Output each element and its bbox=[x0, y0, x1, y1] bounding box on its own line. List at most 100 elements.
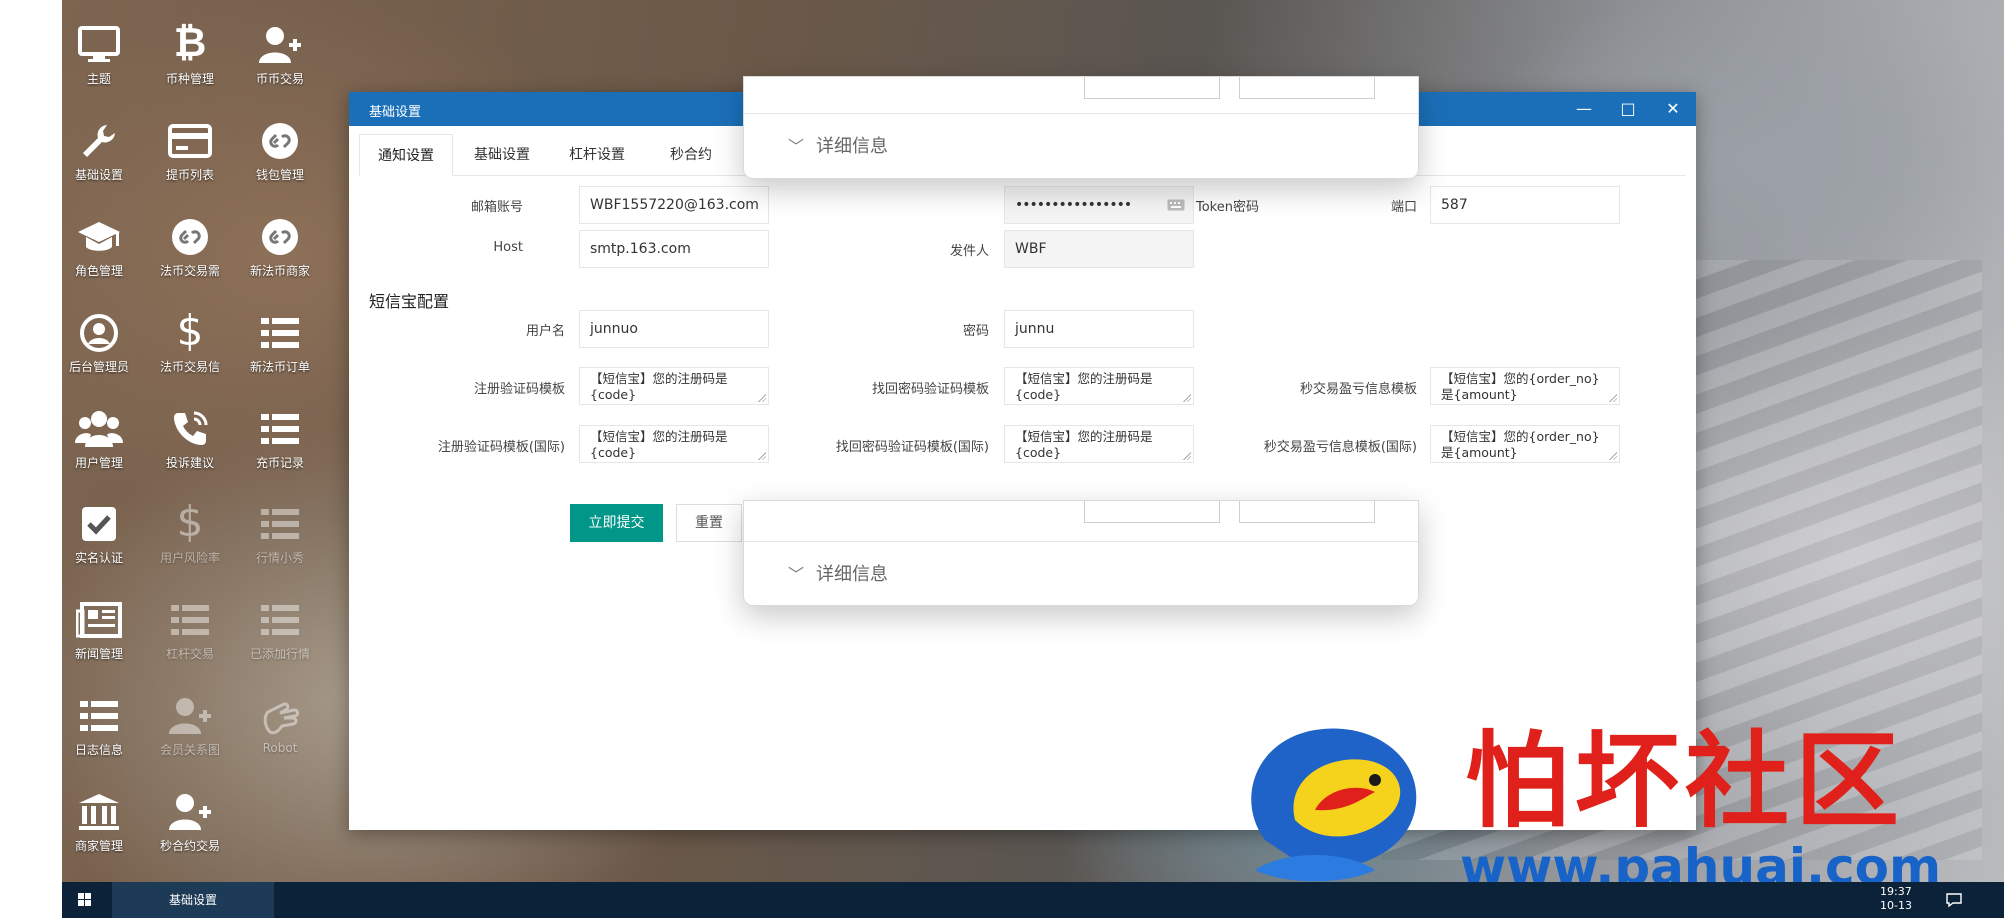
desktop-shortcut[interactable]: Robot bbox=[238, 689, 322, 755]
desktop-shortcut[interactable]: 基础设置 bbox=[57, 114, 141, 183]
sms-password-input[interactable]: junnu bbox=[1004, 310, 1194, 348]
dollar-icon: $ bbox=[176, 306, 204, 355]
email-account-input[interactable]: WBF1557220@163.com bbox=[579, 186, 769, 224]
register-template-intl-textarea[interactable]: 【短信宝】您的注册码是{code} bbox=[579, 425, 769, 463]
list-icon bbox=[57, 689, 141, 739]
sms-username-label: 用户名 bbox=[525, 324, 565, 339]
find-password-template-intl-textarea[interactable]: 【短信宝】您的注册码是{code} bbox=[1004, 425, 1194, 463]
desktop-shortcut-label: 新法币商家 bbox=[249, 264, 310, 278]
desktop-shortcut[interactable]: 商家管理 bbox=[57, 785, 141, 854]
desktop-shortcut[interactable]: ₿ 币种管理 bbox=[148, 18, 232, 87]
credit-card-icon bbox=[148, 114, 232, 164]
tab-leverage-settings[interactable]: 杠杆设置 bbox=[551, 134, 643, 176]
taskbar-clock[interactable]: 19:37 10-13 bbox=[1880, 885, 1912, 913]
submit-button[interactable]: 立即提交 bbox=[570, 504, 663, 542]
register-template-textarea[interactable]: 【短信宝】您的注册码是{code} bbox=[579, 367, 769, 405]
notification-center-icon[interactable] bbox=[1944, 890, 1964, 910]
desktop-shortcut-label: 币币交易 bbox=[255, 72, 304, 86]
popup-ghost-button[interactable] bbox=[1239, 501, 1375, 523]
desktop-shortcut[interactable]: 钱包管理 bbox=[238, 114, 322, 183]
register-template-text: 【短信宝】您的注册码是{code} bbox=[590, 371, 728, 402]
resize-grip-icon[interactable] bbox=[1183, 394, 1191, 402]
desktop-shortcut[interactable]: $ 法币交易信 bbox=[148, 306, 232, 375]
window-title: 基础设置 bbox=[369, 105, 422, 120]
tab-basic-settings[interactable]: 基础设置 bbox=[456, 134, 548, 176]
list-icon bbox=[238, 593, 322, 643]
desktop-shortcut[interactable]: 新法币订单 bbox=[238, 306, 322, 375]
port-label: 端口 bbox=[1390, 200, 1417, 215]
register-template-label: 注册验证码模板 bbox=[473, 382, 565, 397]
chevron-down-icon[interactable]: ﹀ bbox=[788, 561, 804, 585]
second-trade-template-text: 【短信宝】您的{order_no}是{amount} bbox=[1441, 371, 1600, 402]
desktop-shortcut[interactable]: 后台管理员 bbox=[57, 306, 141, 375]
desktop-shortcut[interactable]: 杠杆交易 bbox=[148, 593, 232, 662]
desktop-shortcut[interactable]: 用户管理 bbox=[57, 402, 141, 471]
port-input[interactable]: 587 bbox=[1430, 186, 1620, 224]
details-toggle[interactable]: 详细信息 bbox=[816, 132, 888, 158]
desktop-shortcut-label: 杠杆交易 bbox=[165, 647, 214, 661]
email-account-label: 邮箱账号 bbox=[470, 200, 523, 215]
desktop-shortcut[interactable]: 会员关系图 bbox=[148, 689, 232, 758]
tab-notification-settings[interactable]: 通知设置 bbox=[359, 134, 453, 176]
reset-button[interactable]: 重置 bbox=[676, 504, 742, 542]
resize-grip-icon[interactable] bbox=[758, 394, 766, 402]
desktop-shortcut-label: 主题 bbox=[86, 72, 111, 86]
desktop-shortcut[interactable]: 角色管理 bbox=[57, 210, 141, 279]
desktop-shortcut[interactable]: 投诉建议 bbox=[148, 402, 232, 471]
close-button[interactable]: ✕ bbox=[1655, 96, 1691, 122]
taskbar: 基础设置 19:37 10-13 bbox=[62, 882, 2004, 918]
desktop-shortcut-label: 会员关系图 bbox=[159, 743, 220, 757]
desktop-shortcut[interactable]: 提币列表 bbox=[148, 114, 232, 183]
taskbar-item-settings[interactable]: 基础设置 bbox=[112, 882, 274, 918]
left-margin bbox=[0, 0, 62, 918]
details-toggle[interactable]: 详细信息 bbox=[816, 560, 888, 586]
details-popup-bottom: ﹀ 详细信息 bbox=[743, 500, 1419, 606]
desktop-shortcut[interactable]: $ 用户风险率 bbox=[148, 497, 232, 566]
host-label: Host bbox=[493, 240, 523, 255]
token-password-input[interactable]: •••••••••••••••• bbox=[1004, 186, 1194, 224]
chevron-down-icon[interactable]: ﹀ bbox=[788, 133, 804, 157]
popup-ghost-button[interactable] bbox=[1084, 77, 1220, 99]
windows-start-icon[interactable] bbox=[62, 882, 108, 918]
second-trade-template-intl-textarea[interactable]: 【短信宝】您的{order_no}是{amount} bbox=[1430, 425, 1620, 463]
screen: 主题 ₿ 币种管理 币币交易 基础设置 提币列表 钱包管理 角色管理 法币交易需 新法币商家 后台管… bbox=[0, 0, 2004, 918]
popup-ghost-button[interactable] bbox=[1239, 77, 1375, 99]
desktop-shortcut[interactable]: 实名认证 bbox=[57, 497, 141, 566]
desktop-shortcut-label: 新闻管理 bbox=[74, 647, 123, 661]
desktop-shortcut[interactable]: 法币交易需 bbox=[148, 210, 232, 279]
second-trade-template-textarea[interactable]: 【短信宝】您的{order_no}是{amount} bbox=[1430, 367, 1620, 405]
desktop-shortcut[interactable]: 已添加行情 bbox=[238, 593, 322, 662]
find-password-template-textarea[interactable]: 【短信宝】您的注册码是{code} bbox=[1004, 367, 1194, 405]
sender-input[interactable]: WBF bbox=[1004, 230, 1194, 268]
desktop-shortcut-label: 已添加行情 bbox=[249, 647, 310, 661]
desktop-shortcut[interactable]: 日志信息 bbox=[57, 689, 141, 758]
desktop-shortcut-label: 法币交易需 bbox=[159, 264, 220, 278]
minimize-button[interactable]: — bbox=[1566, 96, 1602, 122]
list-icon bbox=[238, 306, 322, 356]
desktop-shortcut[interactable]: 充币记录 bbox=[238, 402, 322, 471]
resize-grip-icon[interactable] bbox=[758, 452, 766, 460]
desktop-shortcut[interactable]: 币币交易 bbox=[238, 18, 322, 87]
desktop-shortcut[interactable]: 新法币商家 bbox=[238, 210, 322, 279]
tab-second-contract[interactable]: 秒合约 bbox=[652, 134, 730, 176]
desktop-shortcut-label: Robot bbox=[262, 741, 298, 755]
desktop-shortcut-label: 行情小秀 bbox=[255, 551, 304, 565]
maximize-button[interactable]: □ bbox=[1610, 96, 1646, 122]
popup-ghost-button[interactable] bbox=[1084, 501, 1220, 523]
hand-icon bbox=[238, 689, 322, 739]
desktop-shortcut[interactable]: 行情小秀 bbox=[238, 497, 322, 566]
list-icon bbox=[238, 497, 322, 547]
host-input[interactable]: smtp.163.com bbox=[579, 230, 769, 268]
desktop-shortcut[interactable]: 主题 bbox=[57, 18, 141, 87]
resize-grip-icon[interactable] bbox=[1609, 394, 1617, 402]
desktop-shortcut-label: 角色管理 bbox=[74, 264, 123, 278]
desktop-shortcut[interactable]: 新闻管理 bbox=[57, 593, 141, 662]
newspaper-icon bbox=[57, 593, 141, 643]
user-plus-icon bbox=[238, 18, 322, 68]
desktop-shortcut[interactable]: 秒合约交易 bbox=[148, 785, 232, 854]
sms-username-input[interactable]: junnuo bbox=[579, 310, 769, 348]
resize-grip-icon[interactable] bbox=[1609, 452, 1617, 460]
desktop-shortcut-label: 新法币订单 bbox=[249, 360, 310, 374]
find-password-template-intl-label: 找回密码验证码模板(国际) bbox=[835, 440, 989, 455]
desktop-shortcut-label: 充币记录 bbox=[255, 456, 304, 470]
